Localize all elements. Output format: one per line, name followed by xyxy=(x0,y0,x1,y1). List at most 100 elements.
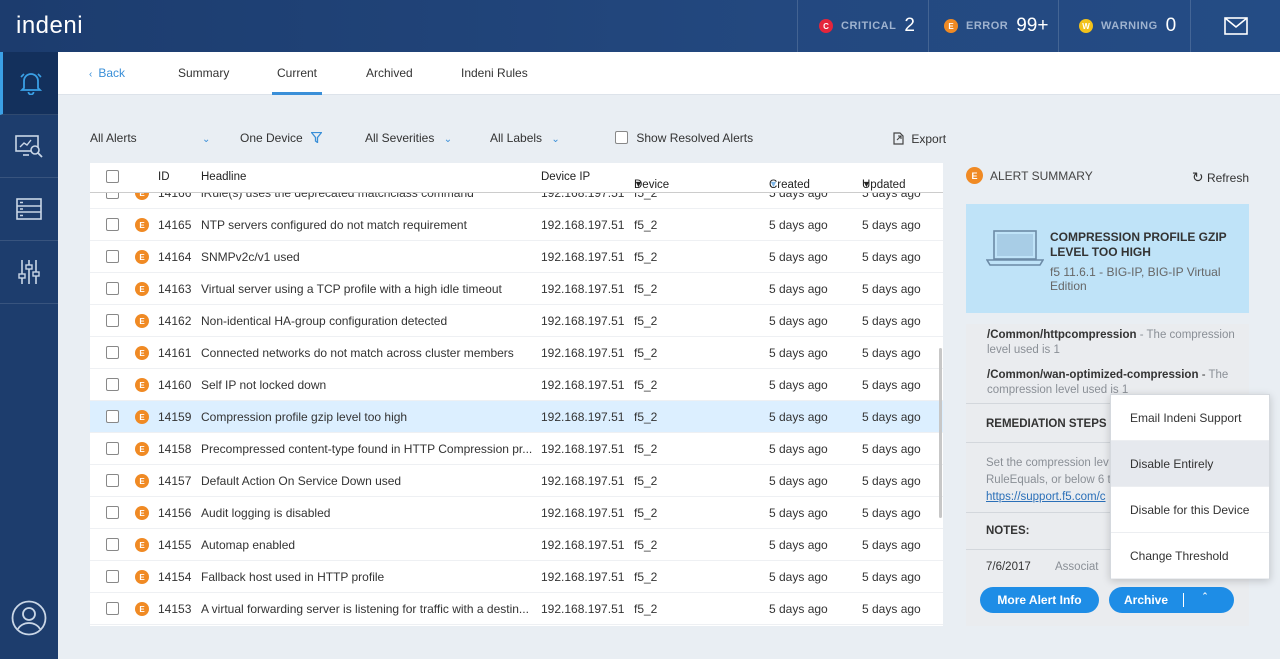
row-checkbox[interactable] xyxy=(106,282,119,295)
created-time: 5 days ago xyxy=(769,506,828,520)
alert-headline[interactable]: Precompressed content-type found in HTTP… xyxy=(201,442,539,456)
show-resolved-toggle[interactable]: Show Resolved Alerts xyxy=(615,131,753,145)
remediation-link[interactable]: https://support.f5.com/c xyxy=(986,489,1111,506)
divider xyxy=(1183,593,1184,607)
header-device-ip[interactable]: Device IP xyxy=(541,171,590,183)
alert-headline[interactable]: Non-identical HA-group configuration det… xyxy=(201,314,539,328)
app-logo[interactable]: indeni xyxy=(16,14,83,38)
device-ip: 192.168.197.51 xyxy=(541,346,625,360)
tab-current[interactable]: Current xyxy=(277,66,317,80)
archive-button[interactable]: Archive ˆ xyxy=(1109,587,1234,613)
row-checkbox[interactable] xyxy=(106,314,119,327)
critical-counter[interactable]: C CRITICAL 2 xyxy=(797,0,928,52)
rail-settings[interactable] xyxy=(0,241,58,304)
row-checkbox[interactable] xyxy=(106,570,119,583)
created-time: 5 days ago xyxy=(769,602,828,616)
table-row[interactable]: E 14158 Precompressed content-type found i… xyxy=(90,433,943,465)
table-row[interactable]: E 14155 Automap enabled 192.168.197.51 f5_2 5… xyxy=(90,529,943,561)
alert-headline[interactable]: Automap enabled xyxy=(201,538,539,552)
header-headline[interactable]: Headline xyxy=(201,171,246,183)
note-text: Associat xyxy=(1055,561,1099,573)
warning-label: WARNING xyxy=(1101,20,1158,32)
all-alerts-filter[interactable]: All Alerts ⌄ xyxy=(90,131,210,145)
row-checkbox[interactable] xyxy=(106,410,119,423)
rail-inventory[interactable] xyxy=(0,178,58,241)
archive-menu-item[interactable]: Change Threshold xyxy=(1111,533,1269,579)
device-filter[interactable]: One Device xyxy=(240,131,323,145)
archive-menu-item[interactable]: Disable for this Device xyxy=(1111,487,1269,533)
rail-devices[interactable] xyxy=(0,115,58,178)
error-counter[interactable]: E ERROR 99+ xyxy=(928,0,1058,52)
warning-counter[interactable]: W WARNING 0 xyxy=(1058,0,1190,52)
rail-alerts[interactable] xyxy=(0,52,58,115)
row-checkbox[interactable] xyxy=(106,218,119,231)
back-label: Back xyxy=(98,66,126,80)
header-id[interactable]: ID xyxy=(158,171,170,183)
mail-button[interactable] xyxy=(1190,0,1280,52)
device-name: f5_2 xyxy=(634,442,658,456)
table-scrollbar[interactable] xyxy=(939,348,942,518)
alert-headline[interactable]: SNMPv2c/v1 used xyxy=(201,250,539,264)
labels-filter[interactable]: All Labels ⌄ xyxy=(490,131,560,145)
alert-headline[interactable]: A virtual forwarding server is listening… xyxy=(201,602,539,616)
table-row[interactable]: E 14157 Default Action On Service Down use… xyxy=(90,465,943,497)
table-row[interactable]: E 14160 Self IP not locked down 192.168.197… xyxy=(90,369,943,401)
updated-time: 5 days ago xyxy=(862,570,921,584)
alert-headline[interactable]: Fallback host used in HTTP profile xyxy=(201,570,539,584)
alert-id: 14156 xyxy=(158,506,192,520)
archive-menu-item[interactable]: Email Indeni Support xyxy=(1111,395,1269,441)
table-row[interactable]: E 14161 Connected networks do not match ac… xyxy=(90,337,943,369)
error-label: ERROR xyxy=(966,20,1009,32)
row-checkbox[interactable] xyxy=(106,538,119,551)
row-checkbox[interactable] xyxy=(106,602,119,615)
alert-headline[interactable]: Self IP not locked down xyxy=(201,378,539,392)
device-ip: 192.168.197.51 xyxy=(541,570,625,584)
tab-archived[interactable]: Archived xyxy=(366,66,413,80)
alert-headline[interactable]: Connected networks do not match across c… xyxy=(201,346,539,360)
row-checkbox[interactable] xyxy=(106,506,119,519)
row-checkbox[interactable] xyxy=(106,378,119,391)
tab-summary[interactable]: Summary xyxy=(178,66,229,80)
archive-menu-item[interactable]: Disable Entirely xyxy=(1111,441,1269,487)
chevron-down-icon: ⌄ xyxy=(202,134,211,145)
table-row[interactable]: E 14156 Audit logging is disabled 192.168.1… xyxy=(90,497,943,529)
table-row[interactable]: E 14164 SNMPv2c/v1 used 192.168.197.51 f5_2 5… xyxy=(90,241,943,273)
table-row[interactable]: E 14163 Virtual server using a TCP profile… xyxy=(90,273,943,305)
alert-headline[interactable]: Compression profile gzip level too high xyxy=(201,410,539,424)
row-checkbox[interactable] xyxy=(106,442,119,455)
alert-headline[interactable]: Virtual server using a TCP profile with … xyxy=(201,282,539,296)
refresh-button[interactable]: ↻ Refresh xyxy=(1192,169,1249,186)
show-resolved-checkbox[interactable] xyxy=(615,131,628,144)
table-row[interactable]: E 14154 Fallback host used in HTTP profile… xyxy=(90,561,943,593)
table-row[interactable]: E 14162 Non-identical HA-group configurati… xyxy=(90,305,943,337)
alert-headline[interactable]: Audit logging is disabled xyxy=(201,506,539,520)
row-checkbox[interactable] xyxy=(106,250,119,263)
row-checkbox[interactable] xyxy=(106,346,119,359)
row-checkbox[interactable] xyxy=(106,474,119,487)
tab-indeni-rules[interactable]: Indeni Rules xyxy=(461,66,528,80)
select-all-checkbox[interactable] xyxy=(106,170,119,183)
updated-time: 5 days ago xyxy=(862,314,921,328)
alert-headline[interactable]: NTP servers configured do not match requ… xyxy=(201,218,539,232)
more-alert-info-button[interactable]: More Alert Info xyxy=(980,587,1099,613)
remediation-line-1: Set the compression lev xyxy=(986,457,1109,469)
updated-time: 5 days ago xyxy=(862,538,921,552)
panel-severity-badge: E xyxy=(966,167,983,184)
chevron-up-icon[interactable]: ˆ xyxy=(1203,592,1207,604)
updated-time: 5 days ago xyxy=(862,506,921,520)
alert-id: 14155 xyxy=(158,538,192,552)
severities-filter[interactable]: All Severities ⌄ xyxy=(365,131,452,145)
error-severity-badge: E xyxy=(135,314,149,328)
device-ip: 192.168.197.51 xyxy=(541,442,625,456)
error-count: 99+ xyxy=(1016,15,1049,36)
created-time: 5 days ago xyxy=(769,538,828,552)
sliders-icon xyxy=(18,260,40,284)
user-profile-button[interactable] xyxy=(11,600,47,639)
alert-headline[interactable]: Default Action On Service Down used xyxy=(201,474,539,488)
export-button[interactable]: Export xyxy=(892,132,946,146)
table-row[interactable]: E 14153 A virtual forwarding server is lis… xyxy=(90,593,943,625)
table-row[interactable]: E 14159 Compression profile gzip level too… xyxy=(90,401,943,433)
back-link[interactable]: ‹ Back xyxy=(89,66,125,80)
table-row[interactable]: E 14165 NTP servers configured do not matc… xyxy=(90,209,943,241)
device-name: f5_2 xyxy=(634,570,658,584)
